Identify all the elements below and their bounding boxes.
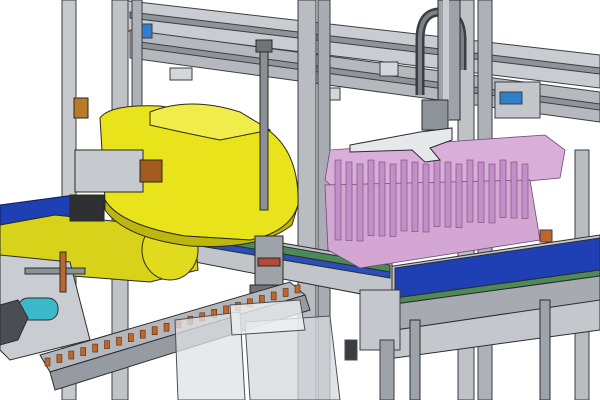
parts-rib: [422, 163, 430, 233]
parts-rib: [400, 159, 408, 232]
floor-bracket-orange: [539, 229, 553, 243]
orange-chain-left: [59, 251, 67, 293]
right-conveyor-leg-2: [539, 299, 551, 400]
parts-rib: [521, 163, 529, 219]
gripper-head: [421, 99, 449, 131]
chain-link: [116, 336, 122, 346]
gantry-bracket-1: [169, 67, 193, 81]
parts-rib: [433, 159, 441, 227]
robot-camera-cap: [73, 97, 89, 119]
chain-link: [92, 343, 98, 353]
chain-link: [128, 333, 134, 342]
chain-link: [104, 340, 110, 349]
chain-link: [294, 284, 301, 294]
chain-link: [56, 354, 63, 363]
cad-render-canvas: [0, 0, 600, 400]
chain-link: [282, 288, 289, 297]
parts-rib: [411, 161, 419, 232]
front-left-mechanism: [0, 251, 91, 361]
chain-link: [151, 326, 158, 336]
parts-rib: [378, 161, 386, 237]
parts-rib: [389, 163, 397, 237]
parts-rib: [334, 159, 342, 241]
robot-quill-shaft: [259, 47, 269, 211]
chain-link: [44, 357, 51, 367]
chain-link: [139, 329, 146, 339]
parts-rib: [345, 161, 353, 241]
right-conveyor-leg-1: [409, 319, 421, 400]
parts-rib: [499, 159, 507, 218]
chain-link: [68, 350, 75, 360]
parts-rib: [477, 161, 485, 223]
guard-handle: [344, 339, 358, 361]
parts-rib: [510, 161, 518, 219]
robot-end-effector-spring: [257, 257, 281, 267]
chain-link: [163, 322, 170, 332]
robot-camera-body: [69, 194, 105, 222]
guard-box-front: [229, 299, 306, 336]
mechanism-rod: [24, 267, 86, 275]
parts-rib: [455, 163, 463, 228]
chain-link: [270, 291, 277, 301]
gantry-bracket-3: [379, 61, 399, 77]
floor-beam-leg-1: [379, 339, 395, 400]
robot-quill-cap: [255, 39, 273, 53]
robot-camera-bracket: [74, 149, 144, 193]
parts-rib: [488, 163, 496, 224]
chain-link: [223, 305, 229, 315]
parts-rib: [444, 161, 452, 228]
gantry-blue-tag-right: [499, 91, 523, 105]
parts-rib: [466, 159, 474, 223]
parts-rib: [367, 159, 375, 236]
chain-link: [80, 347, 87, 356]
parts-rib: [356, 163, 364, 242]
frame-post-left-inner: [131, 0, 143, 111]
cad-scene: [0, 0, 600, 400]
robot-camera-light: [139, 159, 163, 183]
